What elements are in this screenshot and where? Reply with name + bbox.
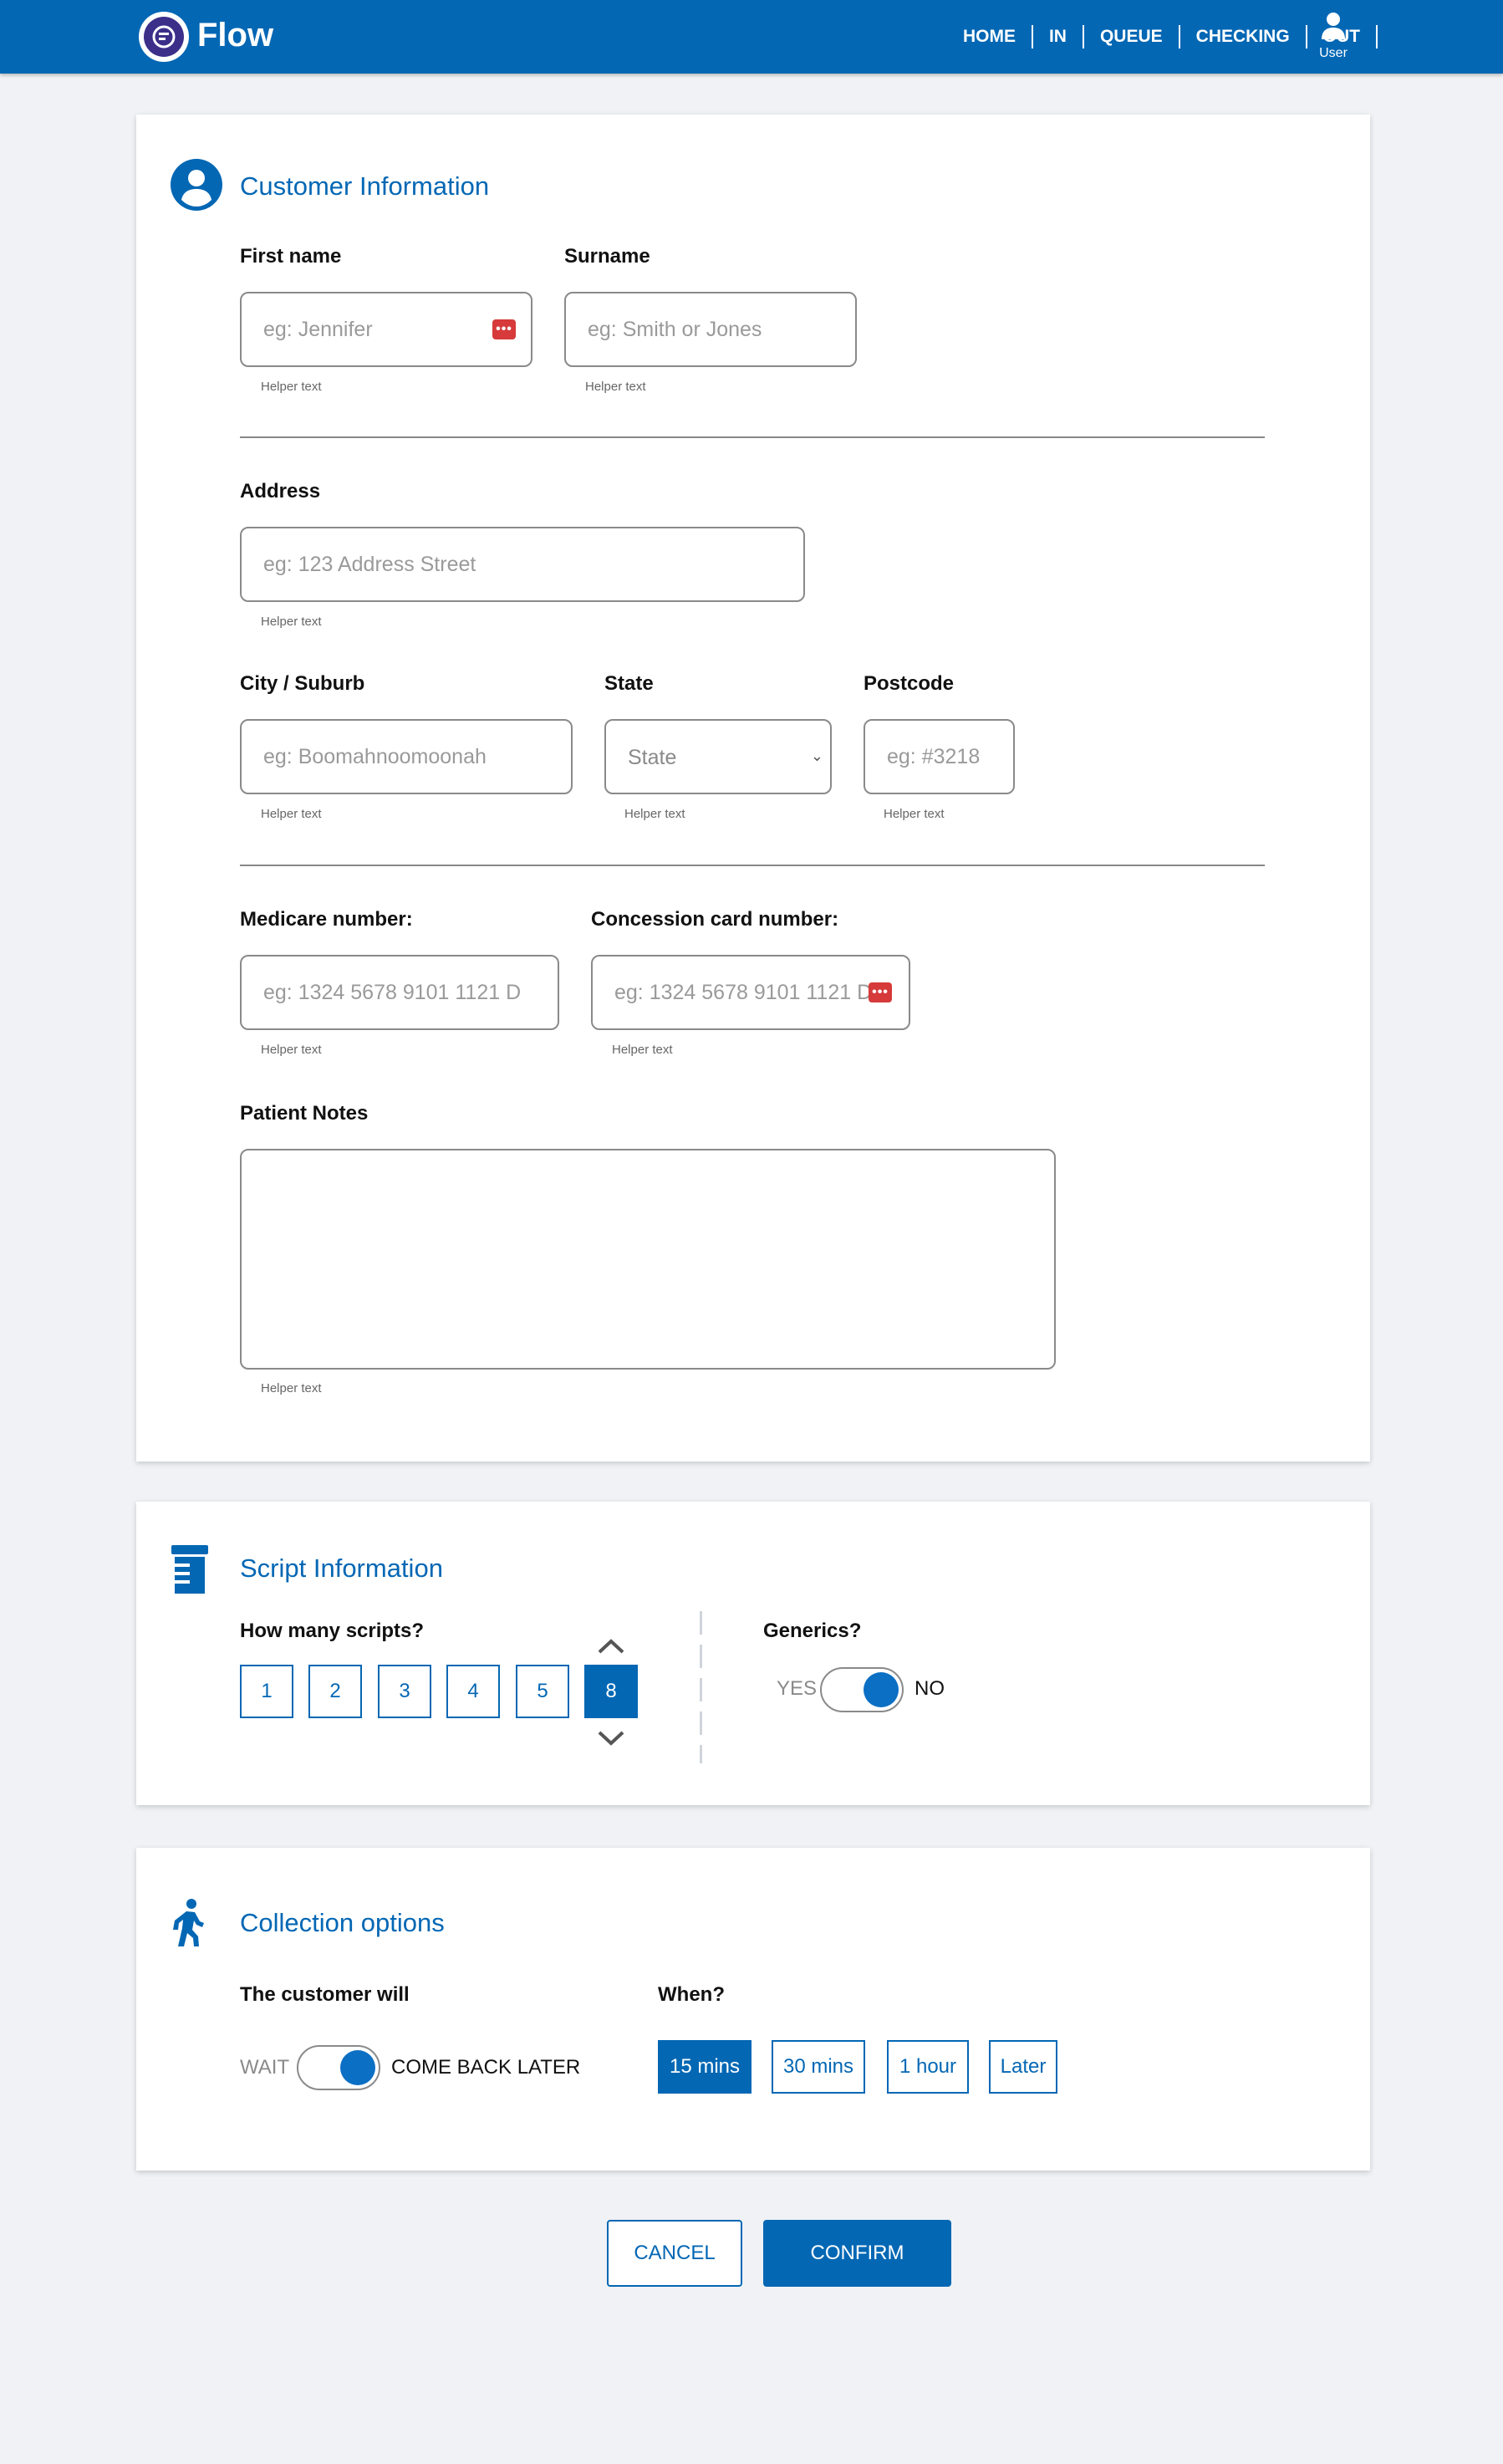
state-label: State — [604, 672, 654, 695]
section-divider — [240, 436, 1265, 438]
chevron-down-icon: ⌄ — [810, 747, 823, 764]
postcode-label: Postcode — [864, 672, 955, 695]
generics-toggle[interactable] — [820, 1667, 904, 1712]
walking-person-icon — [173, 1899, 204, 1946]
toggle-knob — [864, 1672, 899, 1707]
script-count-option-selected[interactable]: 8 — [584, 1665, 638, 1718]
password-manager-badge-icon[interactable]: ••• — [492, 319, 516, 339]
collection-options-card: Collection options — [136, 1848, 1370, 2171]
first-name-label: First name — [240, 245, 342, 268]
script-information-title: Script Information — [240, 1553, 443, 1583]
city-input[interactable] — [242, 721, 571, 793]
medicare-input[interactable] — [242, 957, 558, 1028]
script-count-option[interactable]: 4 — [446, 1665, 500, 1718]
medicare-label: Medicare number: — [240, 908, 413, 931]
state-select[interactable]: State ⌄ — [604, 719, 832, 794]
concession-input[interactable] — [593, 957, 909, 1028]
address-helper: Helper text — [261, 615, 322, 629]
state-select-value: State — [628, 746, 677, 769]
city-helper: Helper text — [261, 807, 322, 821]
surname-input[interactable] — [566, 293, 855, 365]
address-label: Address — [240, 480, 321, 502]
customer-information-title: Customer Information — [240, 171, 490, 201]
concession-field[interactable]: ••• — [591, 955, 910, 1030]
customer-will-label: The customer will — [240, 1983, 410, 2006]
script-count-option[interactable]: 2 — [308, 1665, 362, 1718]
city-label: City / Suburb — [240, 672, 365, 695]
concession-helper: Helper text — [612, 1043, 673, 1057]
surname-label: Surname — [564, 245, 650, 268]
main-nav: HOME IN QUEUE CHECKING OUT — [947, 0, 1378, 74]
password-manager-badge-icon[interactable]: ••• — [869, 982, 892, 1002]
patient-notes-label: Patient Notes — [240, 1102, 369, 1125]
time-option[interactable]: Later — [989, 2040, 1057, 2094]
flow-logo-icon[interactable] — [139, 12, 189, 62]
account-circle-icon — [171, 159, 222, 211]
toggle-knob — [340, 2050, 375, 2085]
cancel-button[interactable]: CANCEL — [607, 2220, 742, 2287]
address-field[interactable] — [240, 527, 805, 602]
nav-in[interactable]: IN — [1033, 25, 1084, 48]
dashed-divider — [700, 1611, 702, 1763]
nav-checking[interactable]: CHECKING — [1180, 25, 1307, 48]
generics-yes-label[interactable]: YES — [777, 1677, 817, 1701]
state-helper: Helper text — [624, 807, 685, 821]
when-label: When? — [658, 1983, 725, 2006]
patient-notes-textarea[interactable] — [240, 1149, 1056, 1370]
chevron-up-icon[interactable] — [596, 1637, 626, 1655]
app-brand[interactable]: Flow — [197, 17, 273, 54]
user-icon — [1322, 13, 1345, 39]
first-name-helper: Helper text — [261, 380, 322, 394]
first-name-field[interactable]: ••• — [240, 292, 532, 367]
user-label: User — [1319, 46, 1348, 60]
postcode-field[interactable] — [864, 719, 1015, 794]
top-app-bar: Flow HOME IN QUEUE CHECKING OUT User — [0, 0, 1503, 74]
generics-no-label[interactable]: NO — [915, 1677, 945, 1701]
script-count-option[interactable]: 1 — [240, 1665, 293, 1718]
nav-queue[interactable]: QUEUE — [1084, 25, 1180, 48]
prescription-bottle-icon — [171, 1545, 208, 1594]
time-option[interactable]: 30 mins — [772, 2040, 865, 2094]
concession-label: Concession card number: — [591, 908, 839, 931]
confirm-button[interactable]: CONFIRM — [763, 2220, 951, 2287]
come-back-later-label[interactable]: COME BACK LATER — [391, 2056, 580, 2079]
time-option-selected[interactable]: 15 mins — [658, 2040, 752, 2094]
how-many-scripts-label: How many scripts? — [240, 1620, 425, 1642]
script-count-option[interactable]: 5 — [516, 1665, 569, 1718]
generics-label: Generics? — [763, 1620, 862, 1642]
address-input[interactable] — [242, 528, 803, 600]
nav-home[interactable]: HOME — [947, 25, 1033, 48]
postcode-input[interactable] — [865, 721, 1013, 793]
time-option[interactable]: 1 hour — [887, 2040, 969, 2094]
chevron-down-icon[interactable] — [596, 1729, 626, 1747]
medicare-helper: Helper text — [261, 1043, 322, 1057]
wait-label[interactable]: WAIT — [240, 2056, 289, 2079]
script-count-option[interactable]: 3 — [378, 1665, 431, 1718]
first-name-input[interactable] — [242, 293, 531, 365]
user-menu[interactable]: User — [1316, 12, 1351, 61]
surname-field[interactable] — [564, 292, 857, 367]
script-information-card: Script Information — [136, 1502, 1370, 1805]
collection-toggle[interactable] — [297, 2045, 380, 2090]
patient-notes-helper: Helper text — [261, 1381, 322, 1395]
medicare-field[interactable] — [240, 955, 559, 1030]
section-divider — [240, 865, 1265, 866]
city-field[interactable] — [240, 719, 573, 794]
postcode-helper: Helper text — [884, 807, 945, 821]
surname-helper: Helper text — [585, 380, 646, 394]
collection-options-title: Collection options — [240, 1908, 445, 1937]
